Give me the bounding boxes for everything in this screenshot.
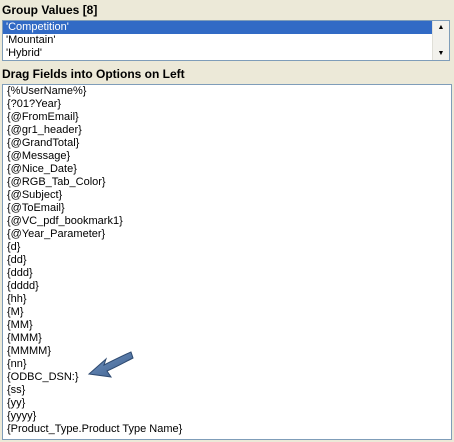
- field-item[interactable]: {Product_Type.Product Type Name}: [3, 423, 451, 436]
- fields-listbox[interactable]: {%UserName%} {?01?Year} {@FromEmail} {@gr1_…: [2, 84, 452, 440]
- field-item[interactable]: {hh}: [3, 293, 451, 306]
- field-item[interactable]: {@Message}: [3, 150, 451, 163]
- group-values-title: Group Values [8]: [2, 3, 98, 17]
- group-values-scrollbar[interactable]: ▲ ▼: [432, 21, 449, 60]
- scroll-down-arrow-icon[interactable]: ▼: [433, 47, 449, 60]
- field-item[interactable]: {@gr1_header}: [3, 124, 451, 137]
- group-value-item[interactable]: 'Competition': [3, 21, 432, 34]
- group-value-item[interactable]: 'Mountain': [3, 34, 432, 47]
- field-item[interactable]: {dddd}: [3, 280, 451, 293]
- field-item[interactable]: {MMM}: [3, 332, 451, 345]
- field-item[interactable]: {nn}: [3, 358, 451, 371]
- scroll-up-arrow-icon[interactable]: ▲: [433, 21, 449, 34]
- fields-items: {%UserName%} {?01?Year} {@FromEmail} {@gr1_…: [3, 85, 451, 439]
- field-item[interactable]: {dd}: [3, 254, 451, 267]
- group-values-listbox[interactable]: 'Competition' 'Mountain' 'Hybrid' ▲ ▼: [2, 20, 450, 61]
- field-item[interactable]: {yyyy}: [3, 410, 451, 423]
- field-item[interactable]: {@Subject}: [3, 189, 451, 202]
- field-item[interactable]: {yy}: [3, 397, 451, 410]
- field-item[interactable]: {@RGB_Tab_Color}: [3, 176, 451, 189]
- field-item[interactable]: {M}: [3, 306, 451, 319]
- field-item[interactable]: {@Nice_Date}: [3, 163, 451, 176]
- field-item[interactable]: {@ToEmail}: [3, 202, 451, 215]
- field-item[interactable]: {d}: [3, 241, 451, 254]
- field-item[interactable]: {ss}: [3, 384, 451, 397]
- field-item[interactable]: {@Year_Parameter}: [3, 228, 451, 241]
- field-item[interactable]: {%UserName%}: [3, 85, 451, 98]
- field-item[interactable]: {?01?Year}: [3, 98, 451, 111]
- field-item[interactable]: {ddd}: [3, 267, 451, 280]
- field-item[interactable]: {@GrandTotal}: [3, 137, 451, 150]
- field-item[interactable]: {@VC_pdf_bookmark1}: [3, 215, 451, 228]
- group-values-items: 'Competition' 'Mountain' 'Hybrid': [3, 21, 432, 60]
- field-item[interactable]: {ODBC_DSN:}: [3, 371, 451, 384]
- field-item[interactable]: {MM}: [3, 319, 451, 332]
- group-value-item[interactable]: 'Hybrid': [3, 47, 432, 60]
- field-item[interactable]: {MMMM}: [3, 345, 451, 358]
- drag-fields-title: Drag Fields into Options on Left: [2, 67, 185, 81]
- field-item[interactable]: {@FromEmail}: [3, 111, 451, 124]
